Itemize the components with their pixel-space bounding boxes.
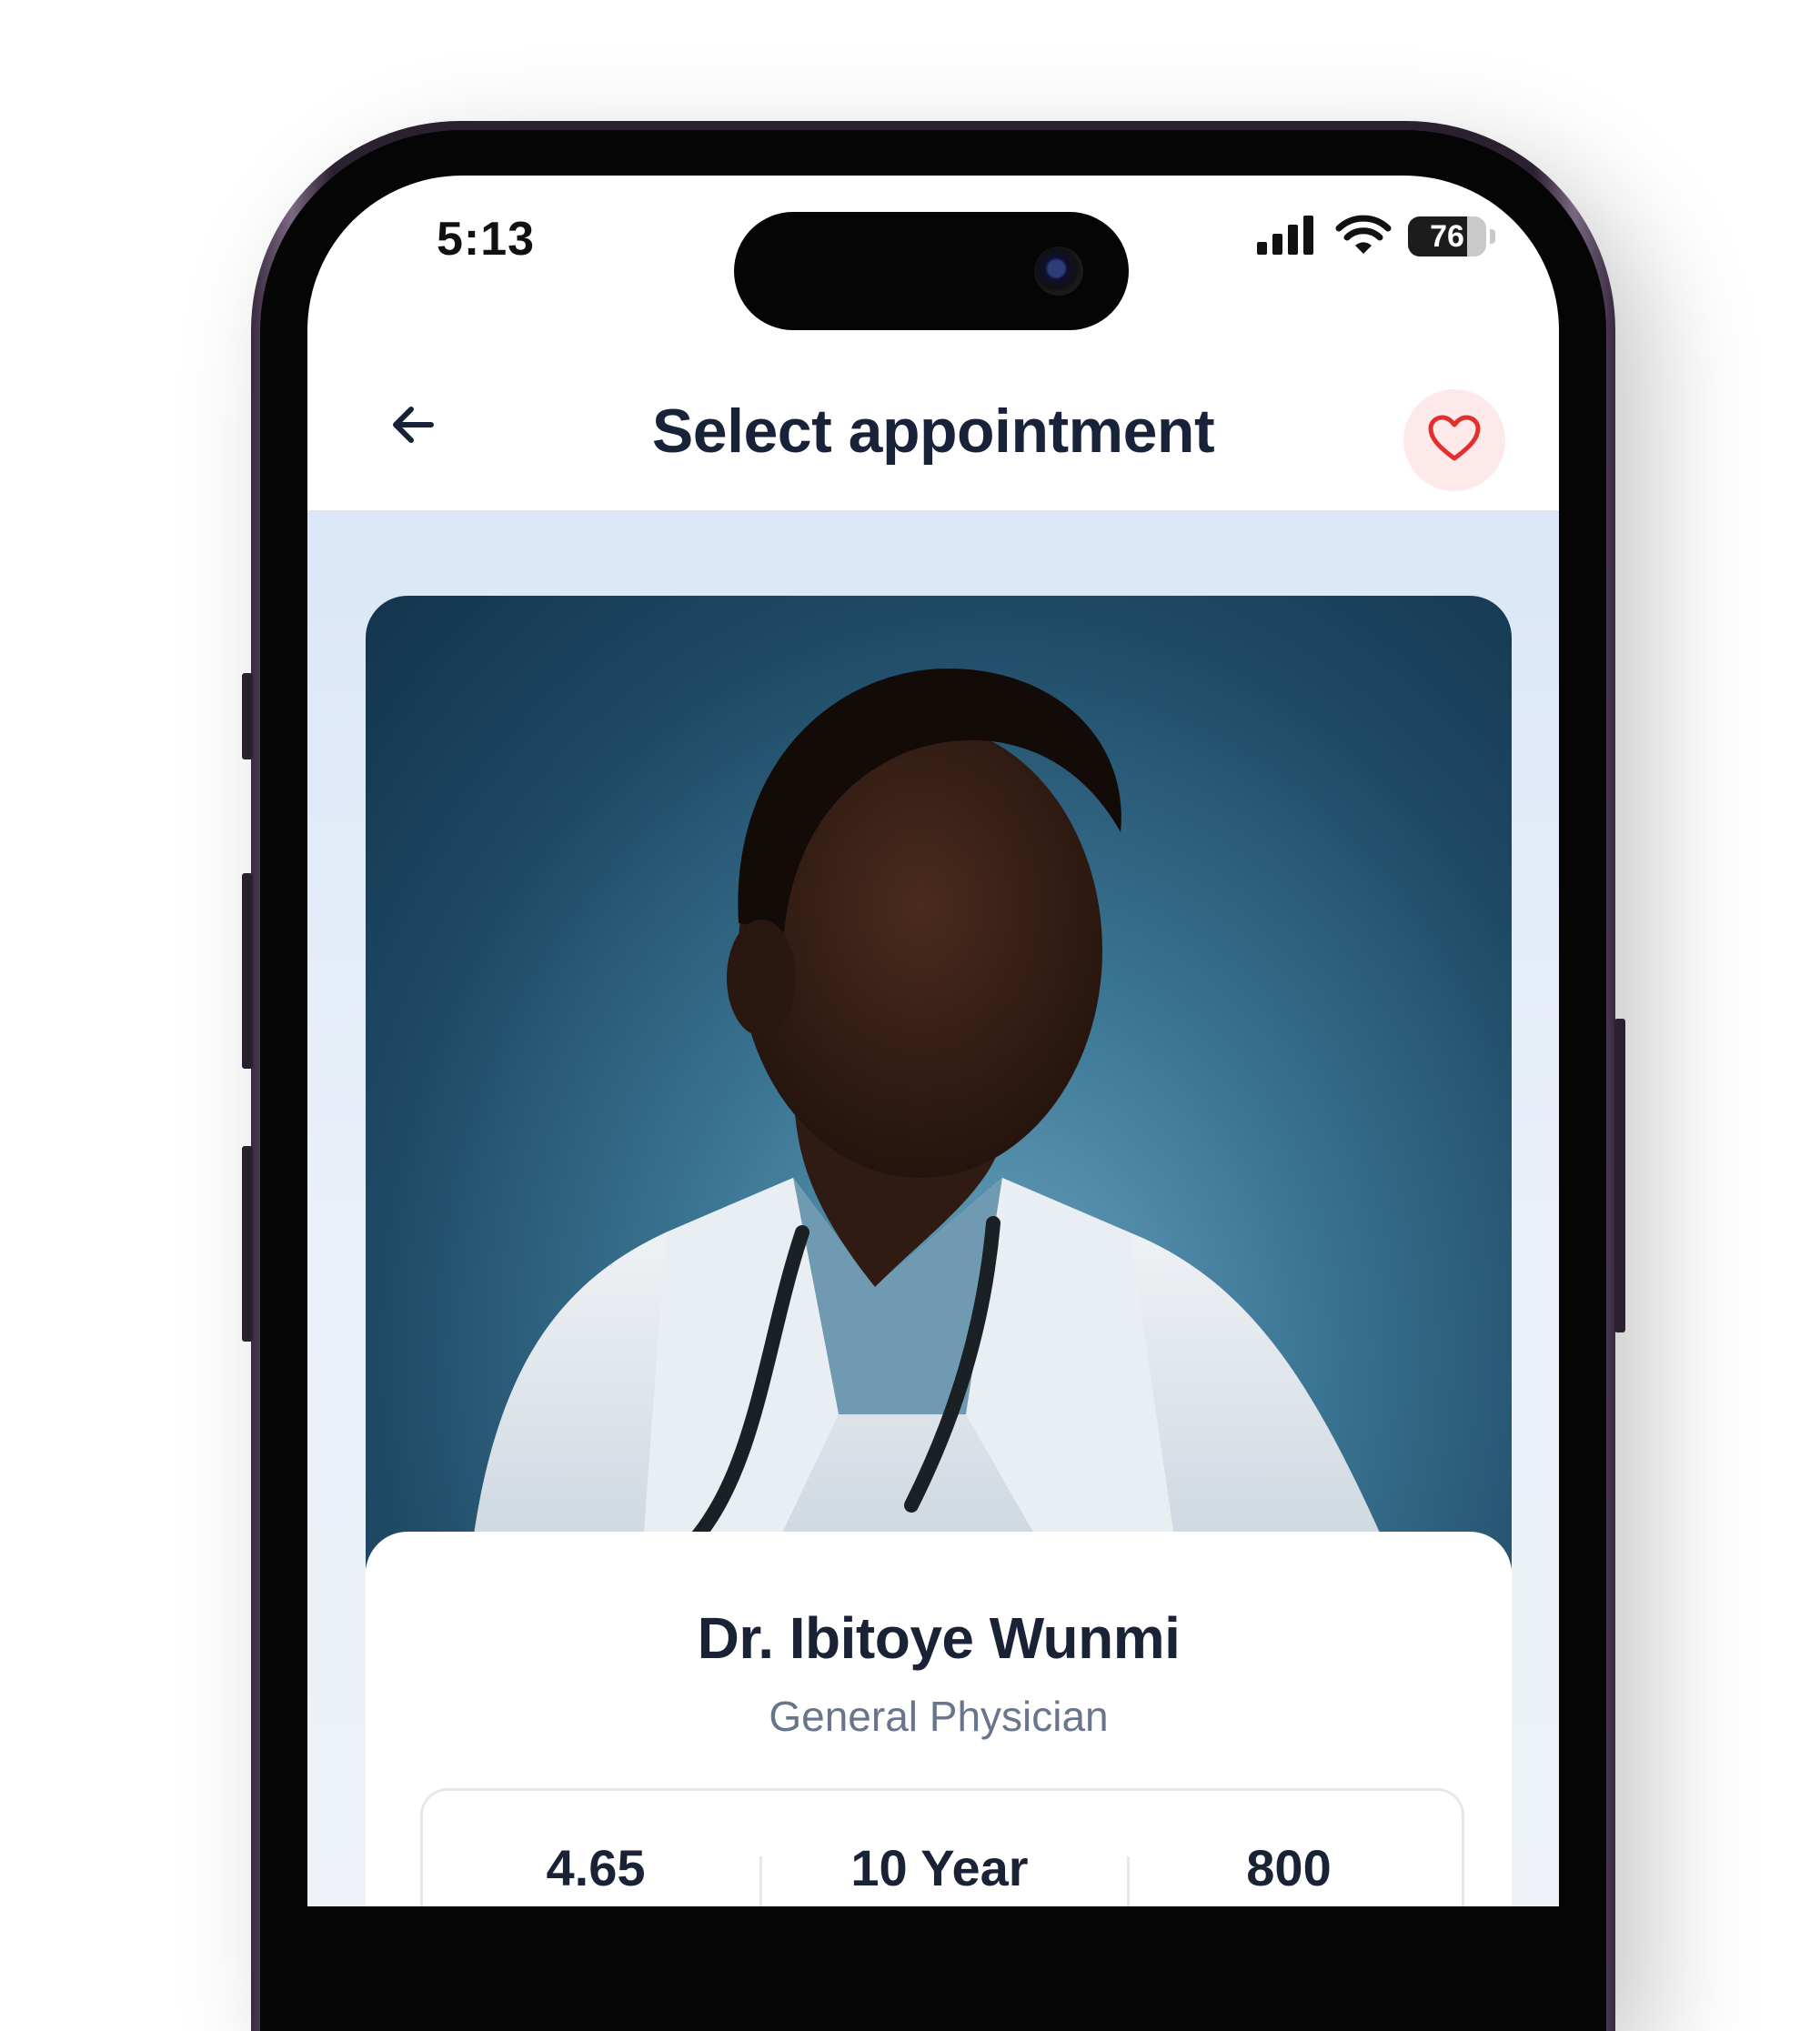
volume-up-button: [242, 873, 253, 1069]
heart-icon: [1428, 415, 1481, 467]
stat-rating: 4.65: [546, 1839, 646, 1896]
front-camera: [1034, 246, 1083, 296]
stat-patients: 800: [1246, 1839, 1332, 1896]
power-button: [1614, 1019, 1625, 1332]
volume-down-button: [242, 1146, 253, 1342]
app-header: Select appointment: [307, 357, 1559, 503]
status-icons: 76: [1255, 214, 1495, 259]
doctor-name: Dr. Ibitoye Wunmi: [697, 1605, 1181, 1671]
page-title: Select appointment: [651, 397, 1215, 466]
battery-tip: [1490, 229, 1495, 244]
battery-icon: 76: [1408, 216, 1486, 256]
dynamic-island: [734, 212, 1129, 330]
doctor-portrait-image: [466, 669, 1412, 1605]
doctor-profile: Dr. Ibitoye Wunmi General Physician 4.65…: [307, 510, 1559, 1906]
battery-percentage: 76: [1430, 219, 1464, 254]
action-button: [242, 673, 253, 759]
doctor-specialty: General Physician: [769, 1693, 1109, 1740]
doctor-stats: 4.65 10 Year 800: [420, 1788, 1464, 1906]
doctor-info-card: Dr. Ibitoye Wunmi General Physician 4.65…: [366, 1532, 1512, 1906]
favorite-button[interactable]: [1403, 389, 1505, 491]
wifi-icon: [1335, 214, 1392, 260]
phone-screen: 5:13 76 Select appointment Dr. Ibitoye W…: [307, 176, 1559, 1906]
doctor-photo: [366, 596, 1512, 1605]
signal-icon: [1255, 215, 1319, 259]
status-time: 5:13: [437, 213, 536, 266]
stat-experience: 10 Year: [850, 1839, 1029, 1896]
stat-divider: [759, 1856, 762, 1906]
